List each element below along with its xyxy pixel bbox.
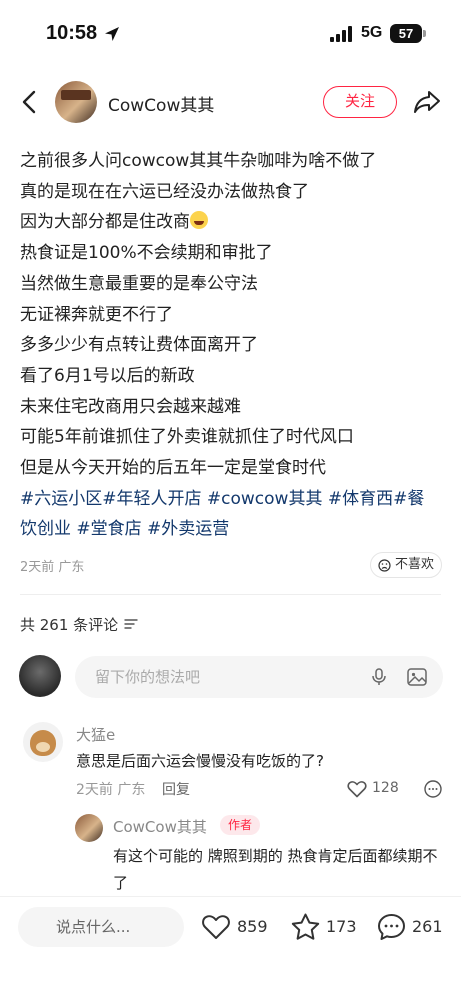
post-line-text: 因为大部分都是住改商 xyxy=(20,212,190,233)
post-header: CowCow其其 关注 xyxy=(0,78,461,126)
hashtag-line[interactable]: 饮创业 #堂食店 #外卖运营 xyxy=(20,514,445,545)
post-content: 之前很多人问cowcow其其牛杂咖啡为啥不做了 真的是现在在六运已经没办法做热食… xyxy=(20,146,445,545)
post-line: 多多少少有点转让费体面离开了 xyxy=(20,335,258,356)
battery-icon: 57 xyxy=(390,24,422,43)
sad-face-icon xyxy=(378,559,391,572)
reply-author-name[interactable]: CowCow其其 xyxy=(113,816,207,837)
dislike-button[interactable]: 不喜欢 xyxy=(370,552,442,578)
commenter-avatar[interactable] xyxy=(23,722,63,762)
heart-icon[interactable] xyxy=(347,780,367,798)
dog-snout xyxy=(36,742,50,752)
status-time: 10:58 xyxy=(46,22,98,44)
reply-text: 有这个可能的 牌照到期的 热食肯定后面都续期不了 xyxy=(113,847,438,892)
crying-emoji-icon xyxy=(190,211,208,230)
post-line: 热食证是100%不会续期和审批了 xyxy=(20,243,273,264)
share-icon[interactable] xyxy=(412,88,442,116)
post-line: 未来住宅改商用只会越来越难 xyxy=(20,396,241,417)
reply-button[interactable]: 回复 xyxy=(162,779,190,799)
comment-count: 261 xyxy=(412,917,443,936)
like-heart-icon[interactable] xyxy=(201,913,231,941)
post-line: 因为大部分都是住改商 xyxy=(20,207,445,238)
commenter-name[interactable]: 大猛e xyxy=(76,724,115,745)
post-line: 但是从今天开始的后五年一定是堂食时代 xyxy=(20,458,326,479)
comment-text: 意思是后面六运会慢慢没有吃饭的了? xyxy=(76,752,324,770)
post-line: 真的是现在在六运已经没办法做热食了 xyxy=(20,181,309,202)
bottom-action-bar: 说点什么... 859 173 261 xyxy=(0,896,461,1000)
like-count: 859 xyxy=(237,917,268,936)
bottom-comment-input[interactable]: 说点什么... xyxy=(18,907,184,947)
image-icon[interactable] xyxy=(406,667,428,687)
post-line: 之前很多人问cowcow其其牛杂咖啡为啥不做了 xyxy=(20,151,377,171)
comment-like-count: 128 xyxy=(372,780,399,796)
star-count: 173 xyxy=(326,917,357,936)
dislike-label: 不喜欢 xyxy=(395,557,435,572)
comment-bubble-icon[interactable] xyxy=(376,912,407,942)
location-arrow-icon xyxy=(105,27,119,41)
post-line: 可能5年前谁抓住了外卖谁就抓住了时代风口 xyxy=(20,427,354,448)
post-line: 看了6月1号以后的新政 xyxy=(20,365,195,386)
author-avatar[interactable] xyxy=(55,81,97,123)
my-avatar xyxy=(19,655,61,697)
comment-meta: 2天前 广东 xyxy=(76,782,146,798)
comments-count[interactable]: 共 261 条评论 xyxy=(20,614,118,635)
sort-icon[interactable] xyxy=(124,618,138,630)
status-bar: 10:58 5G 57 xyxy=(0,0,461,66)
author-name[interactable]: CowCow其其 xyxy=(108,91,214,116)
follow-button[interactable]: 关注 xyxy=(323,86,397,118)
author-badge: 作者 xyxy=(220,815,261,835)
microphone-icon[interactable] xyxy=(369,667,389,687)
hashtag-line[interactable]: #六运小区#年轻人开店 #cowcow其其 #体育西#餐 xyxy=(20,484,445,515)
post-meta: 2天前 广东 xyxy=(20,560,85,575)
hashtags: #六运小区#年轻人开店 #cowcow其其 #体育西#餐 饮创业 #堂食店 #外… xyxy=(20,484,445,545)
post-line: 当然做生意最重要的是奉公守法 xyxy=(20,273,258,294)
post-line: 无证裸奔就更不行了 xyxy=(20,304,173,325)
battery-tip xyxy=(423,30,426,37)
back-icon[interactable] xyxy=(18,88,42,116)
divider xyxy=(20,594,441,595)
network-type: 5G xyxy=(361,24,383,41)
more-options-icon[interactable] xyxy=(423,779,443,799)
star-icon[interactable] xyxy=(290,912,321,942)
signal-icon xyxy=(330,26,352,42)
avatar-sign xyxy=(61,90,91,100)
reply-author-avatar[interactable] xyxy=(75,814,103,842)
